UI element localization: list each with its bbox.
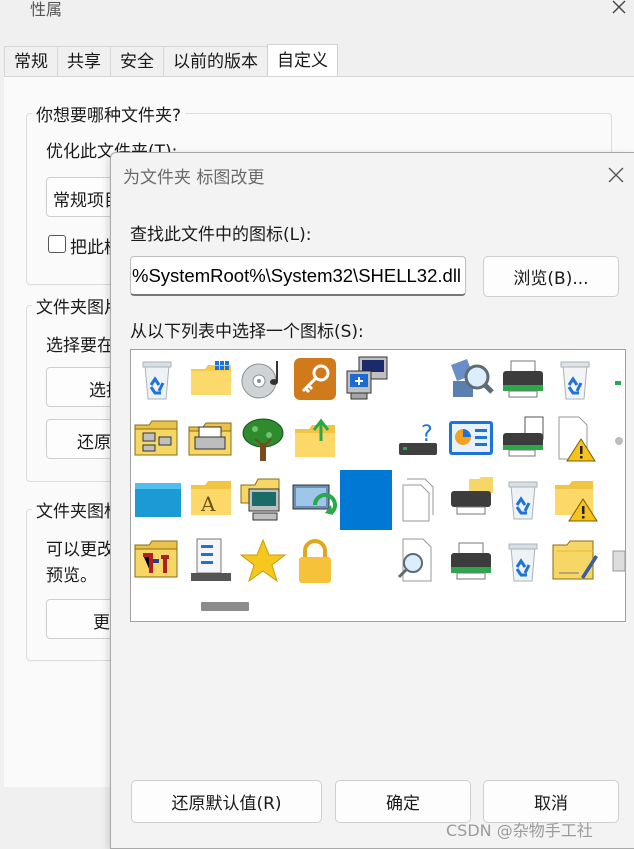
svg-text:?: ? [421,422,433,447]
recycle-bin-icon[interactable] [497,470,549,528]
folder-icon-text-2: 预览。 [46,566,97,586]
drive-question-icon[interactable]: ? [393,410,445,468]
network-pc-icon[interactable] [341,350,393,408]
icon-list[interactable]: ? A [130,349,626,622]
recycle-bin-icon[interactable] [131,350,183,408]
folder-pen-icon[interactable] [549,532,601,590]
recycle-bin-icon[interactable] [497,532,549,590]
printer-folder-icon[interactable] [445,470,497,528]
find-icons-label: 查找此文件中的图标(L): [130,225,312,245]
select-picture-label: 选择要在 [46,336,114,356]
key-app-icon[interactable] [289,350,341,408]
search-globe-icon[interactable] [445,350,497,408]
icon-file-path-field[interactable] [131,257,465,294]
partial-icon[interactable] [601,532,625,590]
cd-music-icon[interactable] [237,350,289,408]
icon-list-label: 从以下列表中选择一个图标(S): [130,322,364,342]
svg-text:A: A [200,492,216,516]
blue-panel-icon[interactable] [131,470,183,528]
tab-security[interactable]: 安全 [110,46,164,77]
choose-file-button[interactable]: 选择 [46,367,123,407]
browse-button[interactable]: 浏览(B)... [483,256,619,297]
document-search-icon[interactable] [393,532,445,590]
control-panel-chart-icon[interactable] [445,410,497,468]
apply-subfolders-checkbox[interactable] [48,235,66,253]
tab-sharing[interactable]: 共享 [57,46,111,77]
monitor-sync-icon[interactable] [289,470,341,528]
icon-file-path-input[interactable] [130,256,466,296]
folder-tools-icon[interactable] [131,532,183,590]
printer-icon[interactable] [497,350,549,408]
watermark: CSDN @杂物手工社 [446,821,593,840]
folder-grid-icon[interactable] [185,350,237,408]
lock-icon[interactable] [289,532,341,590]
folder-warning-icon[interactable] [549,470,601,528]
change-icon-dialog: 为文件夹 标图改更 查找此文件中的图标(L): 浏览(B)... 从以下列表中选… [110,152,634,849]
folder-font-icon[interactable]: A [185,470,237,528]
blue-square-icon[interactable] [339,470,393,532]
folder-network-icon[interactable] [131,410,183,468]
tab-customize[interactable]: 自定义 [267,44,338,79]
change-icon-button[interactable]: 更 [46,599,118,639]
dialog-title: 为文件夹 标图改更 [123,168,265,188]
restore-picture-label: 还原 [77,433,111,453]
optimize-select[interactable]: 常规项目 [46,177,121,217]
change-icon-label: 更 [93,613,110,633]
folder-printer-icon[interactable] [185,410,237,468]
tab-previous-versions[interactable]: 以前的版本 [163,46,268,77]
partial-icon[interactable] [601,410,625,468]
folder-type-group-label: 你想要哪种文件夹? [32,101,186,126]
window-title: 性属 [30,0,63,19]
document-warning-icon[interactable] [549,410,601,468]
recycle-bin-empty-icon[interactable] [549,350,601,408]
tree-icon[interactable] [237,410,289,468]
folder-icon-text-1: 可以更改 [46,540,114,560]
blank-document-icon[interactable] [393,470,445,528]
close-icon[interactable] [606,165,626,185]
restore-picture-button[interactable]: 还原 [46,419,118,459]
star-icon[interactable] [237,532,289,590]
printer-green-icon[interactable] [445,532,497,590]
restore-defaults-button[interactable]: 还原默认值(R) [131,780,322,823]
server-stack-icon[interactable] [185,532,237,590]
close-icon[interactable] [608,0,630,18]
fax-printer-icon[interactable] [497,410,549,468]
partial-icon[interactable] [601,350,625,408]
horizontal-scrollbar[interactable] [131,594,623,620]
tab-bar: 常规 共享 安全 以前的版本 自定义 [4,44,338,79]
tab-general[interactable]: 常规 [4,46,58,77]
folder-up-arrow-icon[interactable] [289,410,341,468]
folder-computer-icon[interactable] [237,470,289,528]
scrollbar-thumb[interactable] [201,602,249,611]
